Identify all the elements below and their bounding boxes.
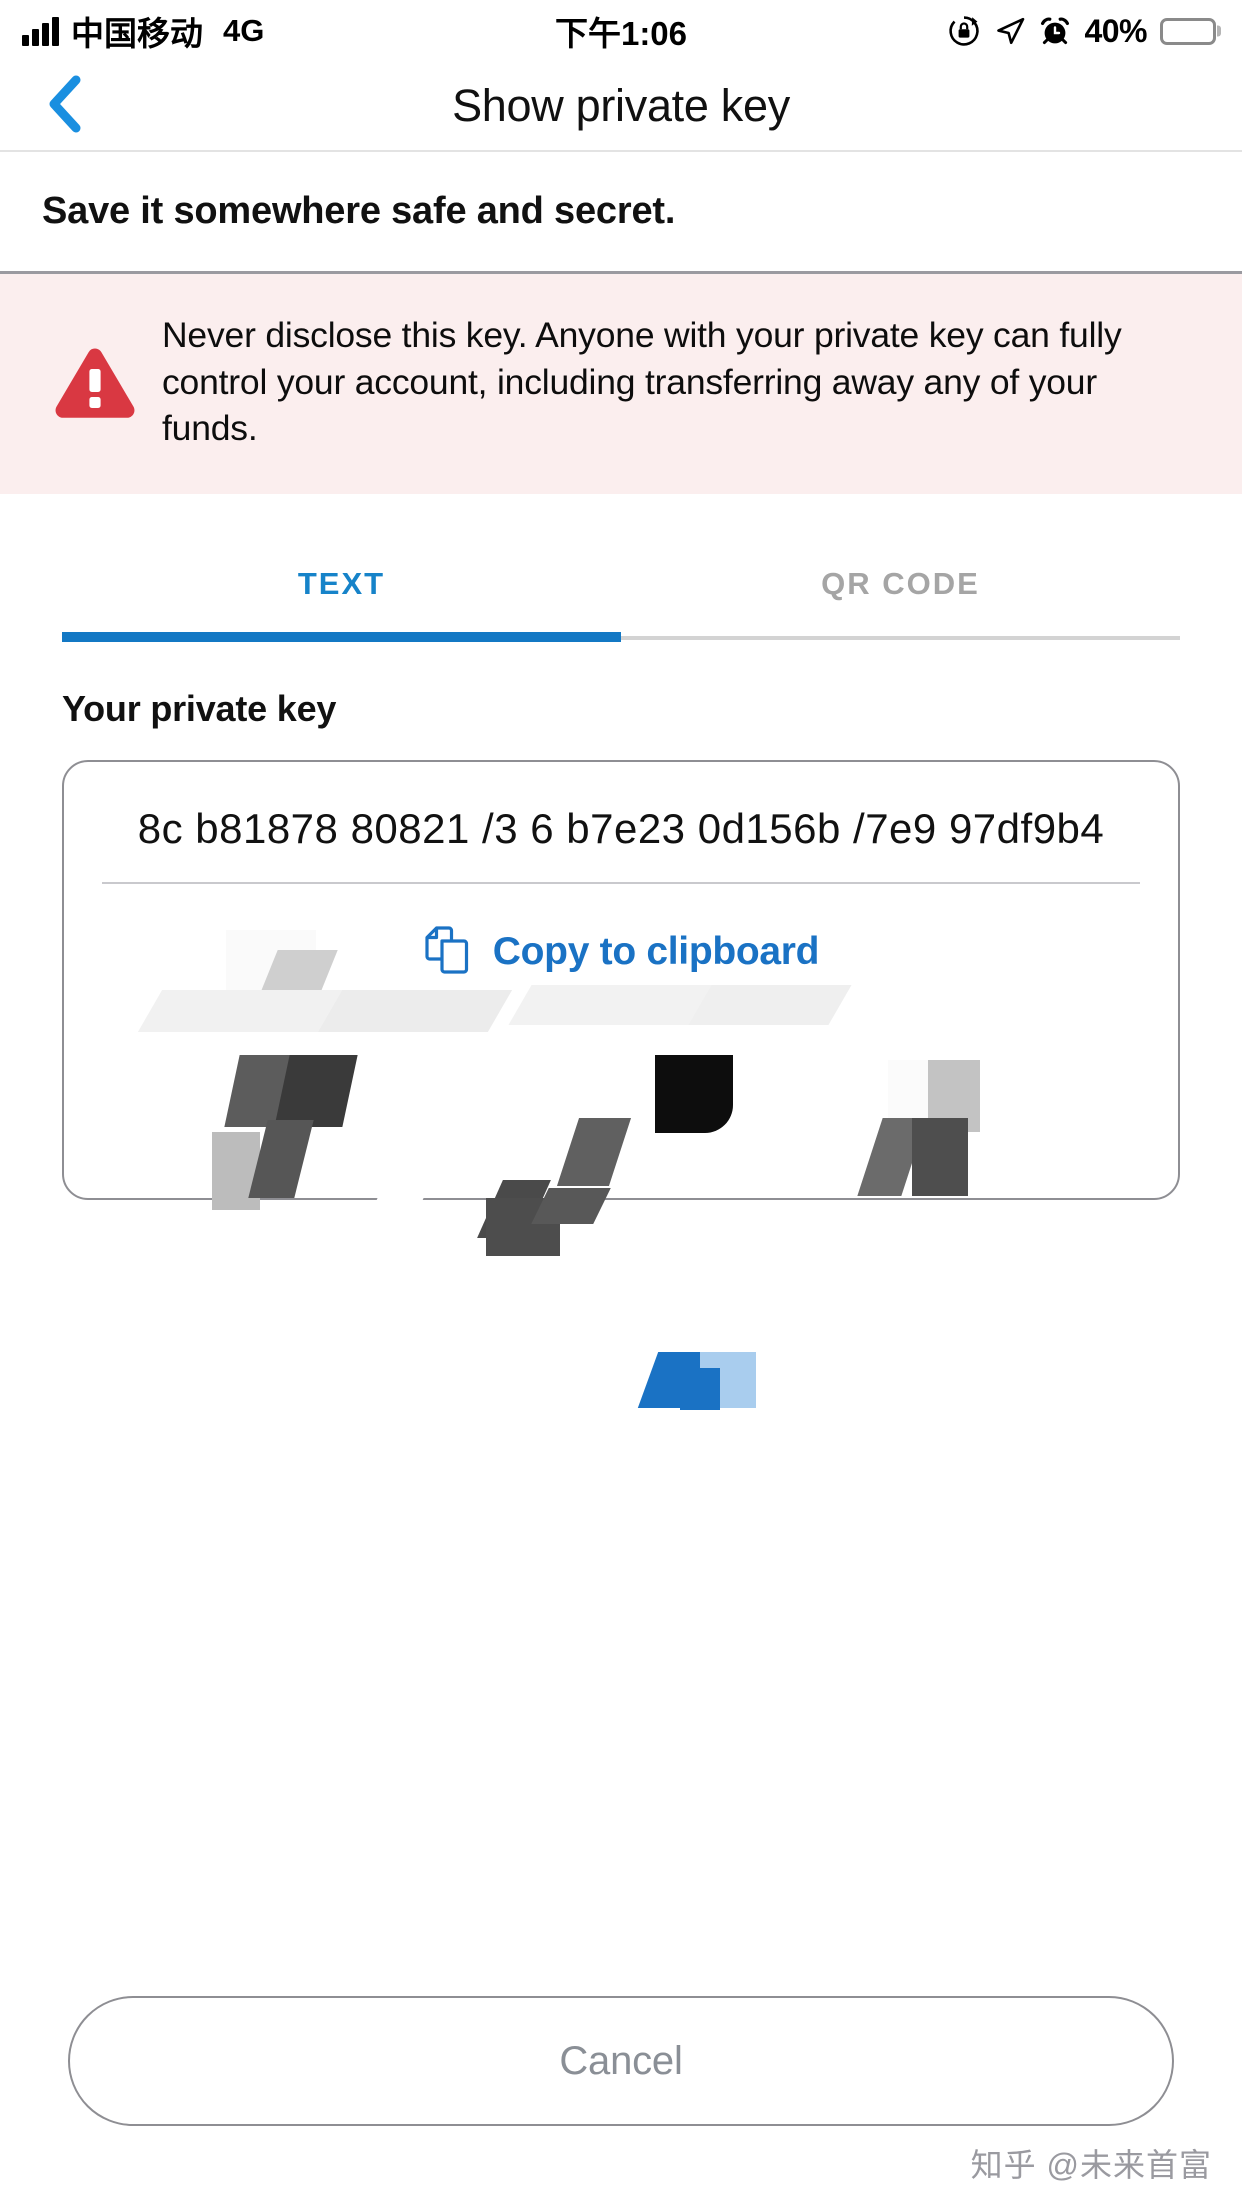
- subtitle-section: Save it somewhere safe and secret.: [0, 152, 1242, 274]
- private-key-value[interactable]: 8c b81878 80821 /3 6 b7e23 0d156b /7e9 9…: [92, 796, 1150, 882]
- private-key-card: 8c b81878 80821 /3 6 b7e23 0d156b /7e9 9…: [62, 759, 1180, 1200]
- watermark: 知乎 @未来首富: [970, 2147, 1212, 2183]
- tab-bar: TEXT QR CODE: [62, 566, 1180, 636]
- warning-text: Never disclose this key. Anyone with you…: [162, 315, 1122, 448]
- copy-to-clipboard-label: Copy to clipboard: [492, 930, 820, 974]
- status-bar-left: 中国移动 4G: [22, 7, 264, 55]
- status-bar-right: 40%: [947, 13, 1216, 50]
- back-button[interactable]: [30, 71, 100, 141]
- private-key-label: Your private key: [62, 687, 337, 729]
- copy-icon: [423, 924, 473, 981]
- subtitle-text: Save it somewhere safe and secret.: [42, 190, 676, 232]
- tab-text[interactable]: TEXT: [62, 566, 621, 636]
- cancel-button[interactable]: Cancel: [68, 1996, 1174, 2126]
- alarm-clock-icon: [1039, 15, 1071, 47]
- footer-actions: Cancel: [0, 1996, 1242, 2126]
- redaction-block: [700, 1352, 756, 1408]
- warning-triangle-icon: [52, 343, 138, 421]
- copy-to-clipboard-button[interactable]: Copy to clipboard: [92, 884, 1150, 1027]
- battery-icon: [1160, 17, 1216, 45]
- tabs-region: TEXT QR CODE: [0, 493, 1242, 642]
- redaction-block: [680, 1368, 720, 1410]
- tab-qr-code[interactable]: QR CODE: [621, 566, 1180, 636]
- redaction-block: [486, 1198, 560, 1256]
- private-key-section: Your private key 8c b81878 80821 /3 6 b7…: [0, 640, 1242, 1200]
- page-title: Show private key: [452, 80, 790, 131]
- status-bar: 中国移动 4G 下午1:06 40%: [0, 0, 1242, 62]
- rotation-lock-icon: [947, 14, 981, 48]
- redaction-block: [637, 1352, 717, 1408]
- carrier-label: 中国移动: [71, 15, 203, 52]
- cancel-button-label: Cancel: [559, 2038, 683, 2083]
- signal-bars-icon: [22, 16, 59, 46]
- warning-banner: Never disclose this key. Anyone with you…: [0, 274, 1242, 494]
- navigation-bar: Show private key: [0, 62, 1242, 152]
- location-arrow-icon: [994, 15, 1026, 47]
- chevron-left-icon: [43, 73, 87, 140]
- network-type-label: 4G: [223, 13, 265, 48]
- battery-percent-label: 40%: [1084, 12, 1147, 49]
